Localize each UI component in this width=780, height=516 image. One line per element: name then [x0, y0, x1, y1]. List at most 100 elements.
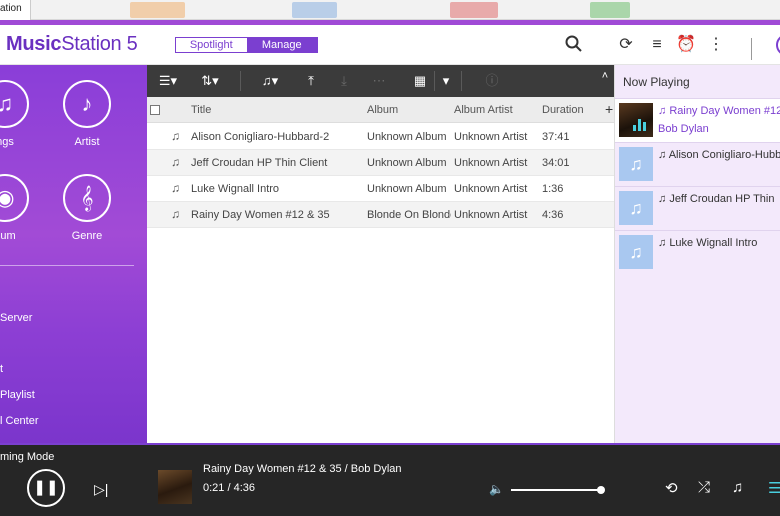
volume-icon[interactable]: 🔈 — [489, 482, 504, 496]
sidebar-tile-songs[interactable]: ♫ ngs — [0, 80, 45, 148]
song-list-panel: ☰▾ ⇅▾ ♫▾ ⤒ ⤓ ⋯ ▦ ▾ ⓘ ˄ Title Album Album… — [147, 65, 614, 443]
music-note-icon: ♫ — [171, 207, 180, 221]
next-track-icon[interactable]: ▷| — [94, 481, 108, 498]
music-note-icon: ♫ — [619, 147, 653, 181]
table-row[interactable]: ♫ Luke Wignall Intro Unknown Album Unkno… — [147, 176, 614, 202]
table-row[interactable]: ♫ Rainy Day Women #12 & 35 Blonde On Blo… — [147, 202, 614, 228]
playlist-queue-icon[interactable]: ☰ — [768, 479, 780, 497]
select-all-checkbox[interactable] — [150, 105, 160, 115]
background-thumbnail — [130, 2, 185, 18]
sidebar-item-playlist[interactable]: Playlist — [0, 389, 35, 401]
cell-album-artist: Unknown Artist — [454, 131, 528, 143]
sidebar-item-control-center[interactable]: l Center — [0, 415, 39, 427]
grid-view-icon[interactable]: ▦ — [411, 72, 429, 90]
album-art — [619, 103, 653, 137]
cell-title: Jeff Croudan HP Thin Client — [191, 157, 328, 169]
toolbar-divider — [434, 71, 435, 91]
volume-slider-handle[interactable] — [597, 486, 605, 494]
info-icon[interactable]: ⓘ — [483, 72, 501, 90]
album-disc-icon: ◉ — [0, 174, 29, 222]
repeat-icon[interactable]: ⟲ — [665, 479, 678, 497]
cell-album-artist: Unknown Artist — [454, 209, 528, 221]
sort-icon[interactable]: ≡ — [647, 35, 667, 55]
add-to-playlist-icon[interactable]: ♫▾ — [257, 72, 283, 90]
now-playing-item-name: ♫ Jeff Croudan HP Thin — [658, 193, 775, 205]
sidebar-tile-album[interactable]: ◉ bum — [0, 174, 45, 242]
list-view-icon[interactable]: ☰▾ — [156, 72, 180, 90]
cell-title: Rainy Day Women #12 & 35 — [191, 209, 330, 221]
now-playing-panel: Now Playing ♫ Rainy Day Women #12 Bob Dy… — [614, 65, 780, 443]
add-column-icon[interactable]: + — [605, 101, 613, 117]
cell-duration: 1:36 — [542, 183, 564, 195]
spotlight-mode-button[interactable]: Spotlight — [176, 38, 247, 52]
lyrics-icon[interactable]: ♫ — [732, 479, 743, 496]
background-thumbnail — [450, 2, 498, 18]
browser-tab-strip: ation — [0, 0, 780, 20]
volume-slider[interactable] — [511, 486, 605, 494]
user-avatar[interactable] — [776, 34, 780, 56]
column-title[interactable]: Title — [191, 104, 211, 116]
column-album-artist[interactable]: Album Artist — [454, 104, 513, 116]
column-album[interactable]: Album — [367, 104, 398, 116]
music-note-icon: ♫ — [171, 129, 180, 143]
album-art — [158, 470, 192, 504]
mode-switch: Spotlight Manage — [175, 37, 318, 53]
cell-album: Unknown Album — [367, 157, 447, 169]
now-playing-item[interactable]: ♫ ♫ Jeff Croudan HP Thin — [615, 186, 780, 230]
cell-album: Blonde On Blonde — [367, 209, 451, 221]
music-note-icon: ♫ — [619, 191, 653, 225]
alarm-icon[interactable]: ⏰ — [676, 35, 696, 55]
sort-order-icon[interactable]: ⇅▾ — [197, 72, 223, 90]
sidebar-tile-label: bum — [0, 230, 16, 242]
guitar-icon: 𝄞 — [63, 174, 111, 222]
now-playing-item-name: ♫ Alison Conigliaro-Hubb — [658, 149, 780, 161]
music-note-icon: ♫ — [619, 235, 653, 269]
sidebar-tile-label: ngs — [0, 136, 14, 148]
column-duration[interactable]: Duration — [542, 104, 584, 116]
table-header: Title Album Album Artist Duration + — [147, 97, 614, 123]
shuffle-icon[interactable]: ⤮ — [698, 479, 710, 496]
sidebar-tile-artist[interactable]: ♪ Artist — [47, 80, 127, 148]
download-icon[interactable]: ⤓ — [335, 72, 353, 90]
search-icon[interactable] — [564, 35, 584, 55]
now-playing-item[interactable]: ♫ Rainy Day Women #12 Bob Dylan — [615, 98, 780, 142]
now-playing-item-name: ♫ Rainy Day Women #12 — [658, 105, 780, 117]
sidebar-item[interactable]: t — [0, 363, 3, 375]
pause-button[interactable]: ❚❚ — [27, 469, 65, 507]
sidebar-divider — [0, 265, 134, 266]
streaming-mode-label: ming Mode — [0, 451, 55, 463]
cell-title: Luke Wignall Intro — [191, 183, 280, 195]
cell-title: Alison Conigliaro-Hubbard-2 — [191, 131, 330, 143]
music-station-window: ation MusicStation 5 Spotlight Manage ⟳ … — [0, 0, 780, 516]
now-playing-title: Now Playing — [623, 75, 690, 89]
dropdown-icon[interactable]: ▾ — [439, 72, 453, 90]
track-time: 0:21 / 4:36 — [203, 482, 255, 494]
cell-album: Unknown Album — [367, 131, 447, 143]
music-note-icon: ♫ — [0, 80, 29, 128]
sidebar-item-media-server[interactable]: Server — [0, 312, 32, 324]
sidebar-tile-genre[interactable]: 𝄞 Genre — [47, 174, 127, 242]
cell-duration: 4:36 — [542, 209, 564, 221]
artist-icon: ♪ — [63, 80, 111, 128]
share-icon[interactable]: ⋯ — [370, 72, 388, 90]
collapse-icon[interactable]: ˄ — [599, 67, 611, 85]
header-divider — [751, 38, 752, 60]
background-thumbnail — [590, 2, 630, 18]
manage-mode-button[interactable]: Manage — [246, 38, 317, 52]
table-row[interactable]: ♫ Jeff Croudan HP Thin Client Unknown Al… — [147, 150, 614, 176]
current-track-title: Rainy Day Women #12 & 35 / Bob Dylan — [203, 463, 402, 475]
now-playing-item-name: ♫ Luke Wignall Intro — [658, 237, 758, 249]
more-vertical-icon[interactable]: ⋮ — [706, 35, 726, 55]
cell-duration: 37:41 — [542, 131, 570, 143]
music-note-icon: ♫ — [171, 181, 180, 195]
table-row[interactable]: ♫ Alison Conigliaro-Hubbard-2 Unknown Al… — [147, 124, 614, 150]
cell-album: Unknown Album — [367, 183, 447, 195]
now-playing-item[interactable]: ♫ ♫ Alison Conigliaro-Hubb — [615, 142, 780, 186]
browser-tab[interactable]: ation — [0, 0, 31, 20]
now-playing-item[interactable]: ♫ ♫ Luke Wignall Intro — [615, 230, 780, 274]
refresh-icon[interactable]: ⟳ — [616, 35, 636, 55]
app-logo: MusicStation 5 — [6, 33, 138, 55]
toolbar-divider — [240, 71, 241, 91]
move-to-top-icon[interactable]: ⤒ — [302, 72, 320, 90]
player-bar: ming Mode ❚❚ ▷| Rainy Day Women #12 & 35… — [0, 443, 780, 516]
